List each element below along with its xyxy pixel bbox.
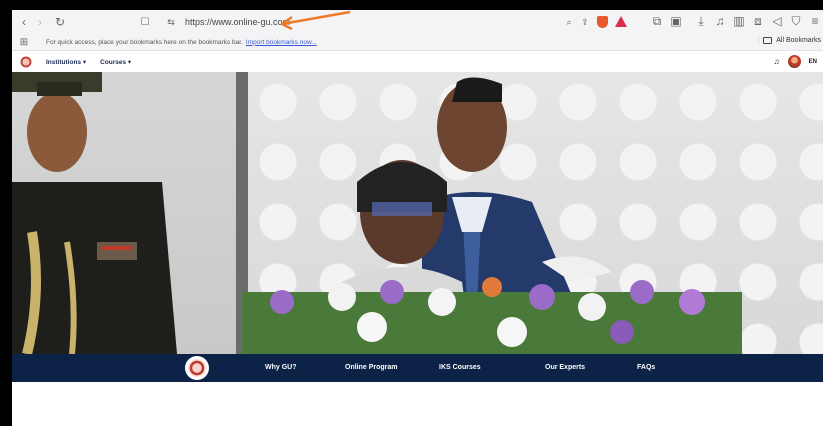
all-bookmarks-label: All Bookmarks xyxy=(776,37,821,44)
hero-flower-arrangement xyxy=(242,256,742,354)
language-selector[interactable]: EN xyxy=(809,59,817,65)
shield-settings-icon[interactable]: ⛉ xyxy=(788,13,804,29)
brave-shield-icon[interactable] xyxy=(597,16,608,28)
address-bar[interactable]: ☐ ⇆ https://www.online-gu.com ⌕ ⇪ xyxy=(137,13,647,31)
apps-icon[interactable]: ⊞ xyxy=(16,34,32,50)
wallet-icon[interactable]: ▣ xyxy=(668,13,684,29)
brave-rewards-icon[interactable] xyxy=(615,16,627,27)
notification-bell-icon[interactable]: ♫ xyxy=(774,57,780,66)
nav-faqs[interactable]: FAQs xyxy=(637,364,655,371)
nav-institutions[interactable]: Institutions ▾ xyxy=(46,58,86,66)
sidebar-icon[interactable]: ▥ xyxy=(731,13,747,29)
bookmarks-hint: For quick access, place your bookmarks h… xyxy=(46,38,243,46)
vpn-icon[interactable]: ⧈ xyxy=(750,13,766,29)
share-icon[interactable]: ⇪ xyxy=(577,14,593,30)
browser-window: ‹ › ↻ ☐ ⇆ https://www.online-gu.com ⌕ ⇪ … xyxy=(12,10,823,426)
university-logo[interactable] xyxy=(185,356,209,380)
nav-online-program[interactable]: Online Program xyxy=(345,364,398,371)
site-header-right: ♫ EN xyxy=(774,55,817,68)
zoom-icon[interactable]: ⌕ xyxy=(561,14,577,30)
annotation-arrow-icon xyxy=(281,10,351,31)
university-emblem-icon xyxy=(188,359,206,377)
playlist-icon[interactable]: ♫ xyxy=(712,13,728,29)
menu-icon[interactable]: ≡ xyxy=(807,13,823,29)
hero-guard-figure xyxy=(12,72,177,354)
site-logo[interactable] xyxy=(20,56,32,68)
forward-icon[interactable]: › xyxy=(32,14,48,30)
reload-icon[interactable]: ↻ xyxy=(52,14,68,30)
site-settings-icon[interactable]: ⇆ xyxy=(163,14,179,30)
nav-courses[interactable]: Courses ▾ xyxy=(100,58,131,66)
nav-iks-courses[interactable]: IKS Courses xyxy=(439,364,481,371)
bookmark-icon[interactable]: ☐ xyxy=(137,14,153,30)
folder-icon xyxy=(763,37,773,44)
import-bookmarks-link[interactable]: Import bookmarks now... xyxy=(246,39,317,46)
hero-image xyxy=(12,72,823,354)
screenshot-frame: ‹ › ↻ ☐ ⇆ https://www.online-gu.com ⌕ ⇪ … xyxy=(0,0,823,426)
browser-toolbar: ‹ › ↻ ☐ ⇆ https://www.online-gu.com ⌕ ⇪ … xyxy=(12,10,823,34)
page-content-area xyxy=(12,382,823,426)
toolbar-right-icons: ⧉ ▣ ⤓ ♫ ▥ ⧈ ◁ ⛉ ≡ xyxy=(649,13,823,29)
user-avatar[interactable] xyxy=(787,55,801,68)
site-main-nav: Why GU? Online Program IKS Courses Our E… xyxy=(12,354,823,382)
nav-why-gu[interactable]: Why GU? xyxy=(265,364,297,371)
download-icon[interactable]: ⤓ xyxy=(693,13,709,29)
bookmarks-bar: ⊞ For quick access, place your bookmarks… xyxy=(12,34,823,51)
extensions-icon[interactable]: ⧉ xyxy=(649,13,665,29)
leo-icon[interactable]: ◁ xyxy=(769,13,785,29)
url-text[interactable]: https://www.online-gu.com xyxy=(185,17,290,27)
back-icon[interactable]: ‹ xyxy=(16,14,32,30)
nav-our-experts[interactable]: Our Experts xyxy=(545,364,585,371)
site-header: Institutions ▾ Courses ▾ ♫ EN xyxy=(12,52,823,72)
all-bookmarks-button[interactable]: | All Bookmarks xyxy=(757,37,821,44)
